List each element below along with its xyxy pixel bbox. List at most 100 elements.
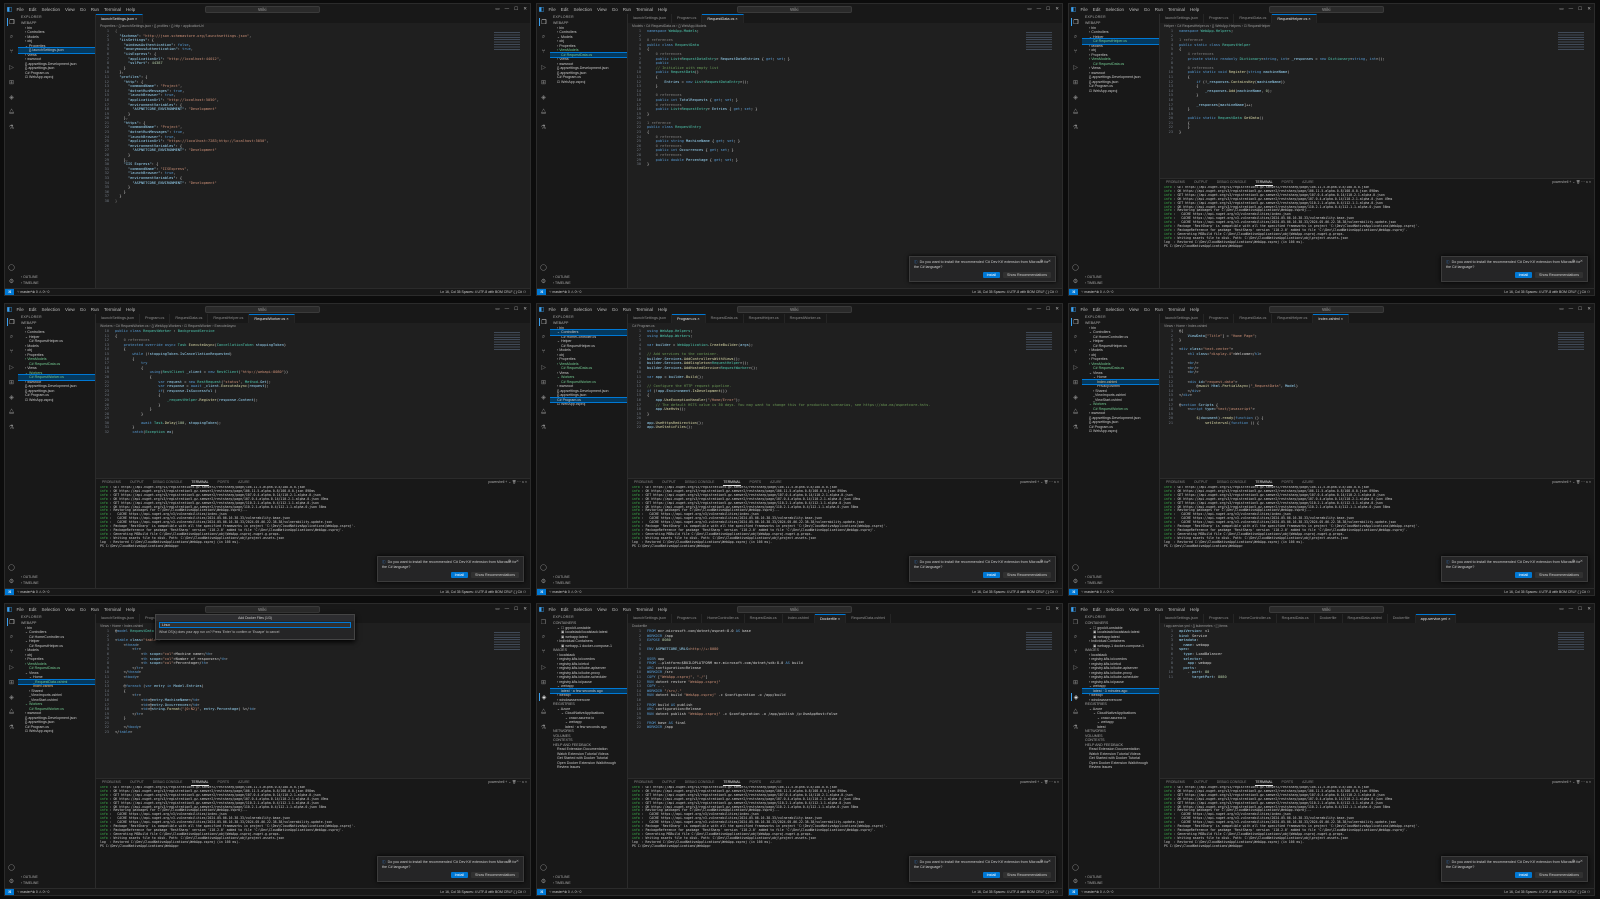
- status-item[interactable]: Ln 16, Col 35: [440, 890, 461, 894]
- panel-tab[interactable]: PORTS: [1282, 479, 1294, 486]
- manage-gear-icon[interactable]: ⚙: [1071, 277, 1080, 285]
- editor-tab[interactable]: launchSettings.json: [628, 14, 672, 23]
- terminal-output[interactable]: info : GET https://api.nuget.org/v3/regi…: [1160, 186, 1594, 249]
- timeline-section[interactable]: › TIMELINE: [553, 580, 627, 586]
- minimize-icon[interactable]: —: [505, 304, 510, 314]
- source-control-icon[interactable]: ⑂: [7, 348, 16, 356]
- run-debug-icon[interactable]: ▷: [1071, 63, 1080, 71]
- azure-icon[interactable]: ⧋: [539, 408, 548, 416]
- branch-indicator[interactable]: ⑂ master*: [17, 889, 32, 895]
- show-recommendations-button[interactable]: Show Recommendations: [1003, 272, 1051, 278]
- code-editor[interactable]: 1{ 2 "$schema": "http://json.schemastore…: [96, 29, 530, 288]
- layout-toggle-icon[interactable]: ▭: [1027, 604, 1031, 614]
- menu-item[interactable]: Edit: [558, 607, 571, 612]
- menu-item[interactable]: Terminal: [634, 607, 656, 612]
- ports-indicator[interactable]: ⑂ 0: [1109, 889, 1114, 895]
- quick-pick-input[interactable]: Linux: [159, 622, 351, 628]
- status-item[interactable]: { } C#: [514, 590, 523, 594]
- extensions-icon[interactable]: ⊞: [539, 678, 548, 686]
- show-recommendations-button[interactable]: Show Recommendations: [471, 572, 519, 578]
- minimize-icon[interactable]: —: [1037, 604, 1042, 614]
- docker-icon[interactable]: ◈: [7, 393, 16, 401]
- status-item[interactable]: ⚇: [523, 290, 526, 294]
- menu-item[interactable]: Help: [656, 607, 670, 612]
- menu-item[interactable]: View: [1127, 7, 1142, 12]
- menu-item[interactable]: Help: [1188, 307, 1202, 312]
- menu-item[interactable]: Terminal: [102, 607, 124, 612]
- status-item[interactable]: CRLF: [1036, 290, 1046, 294]
- explorer-icon[interactable]: ❐: [1071, 318, 1080, 326]
- minimap[interactable]: [1026, 632, 1052, 650]
- status-item[interactable]: Spaces: 4: [994, 890, 1010, 894]
- branch-indicator[interactable]: ⑂ master*: [549, 289, 564, 295]
- show-recommendations-button[interactable]: Show Recommendations: [1535, 872, 1583, 878]
- command-center-search[interactable]: Wiki: [736, 5, 852, 13]
- account-icon[interactable]: ◯: [1071, 563, 1080, 571]
- install-button[interactable]: Install: [982, 872, 1001, 878]
- status-item[interactable]: { } C#: [1046, 290, 1055, 294]
- editor-tab[interactable]: Program.cs: [672, 14, 703, 23]
- menu-item[interactable]: Go: [1141, 607, 1152, 612]
- editor-tab[interactable]: RequestHelper.cs ×: [1272, 14, 1317, 23]
- editor-scrollbar[interactable]: [1590, 629, 1594, 778]
- azure-icon[interactable]: ⧋: [1071, 108, 1080, 116]
- panel-tab[interactable]: PROBLEMS: [634, 479, 653, 486]
- minimap[interactable]: [494, 32, 520, 50]
- editor-tab[interactable]: launchSettings.json ×: [96, 14, 144, 23]
- notification-close-icon[interactable]: ✕: [1580, 259, 1583, 264]
- ports-indicator[interactable]: ⑂ 0: [1109, 589, 1114, 595]
- menu-item[interactable]: Go: [77, 7, 88, 12]
- show-recommendations-button[interactable]: Show Recommendations: [1003, 872, 1051, 878]
- remote-indicator[interactable]: ⌘: [1069, 589, 1079, 595]
- panel-tab[interactable]: PROBLEMS: [1166, 779, 1185, 786]
- menu-item[interactable]: Run: [88, 7, 101, 12]
- editor-tab[interactable]: RequestData.cshtml: [1343, 614, 1388, 623]
- menu-item[interactable]: View: [595, 607, 610, 612]
- panel-tab[interactable]: OUTPUT: [130, 479, 144, 486]
- command-center-search[interactable]: Wiki: [1268, 305, 1384, 313]
- status-item[interactable]: Ln 16, Col 35: [440, 590, 461, 594]
- tree-item[interactable]: Review Issues: [550, 765, 627, 770]
- editor-tab[interactable]: launchSettings.json: [1160, 614, 1204, 623]
- maximize-icon[interactable]: ☐: [1046, 4, 1050, 14]
- panel-tab[interactable]: OUTPUT: [662, 479, 676, 486]
- problems-indicator[interactable]: ⊗ 0 ⚠ 0: [564, 289, 576, 295]
- menu-item[interactable]: Help: [124, 7, 138, 12]
- status-item[interactable]: Ln 16, Col 35: [972, 890, 993, 894]
- manage-gear-icon[interactable]: ⚙: [1071, 577, 1080, 585]
- editor-scrollbar[interactable]: [526, 629, 530, 778]
- menu-item[interactable]: View: [63, 7, 78, 12]
- status-item[interactable]: Ln 16, Col 35: [1504, 890, 1525, 894]
- code-editor[interactable]: 1 @{ 2 ViewData["Title"] = "Home Page"; 3…: [1160, 329, 1594, 478]
- menu-item[interactable]: Terminal: [634, 7, 656, 12]
- close-window-icon[interactable]: ✕: [1587, 4, 1591, 14]
- source-control-icon[interactable]: ⑂: [1071, 348, 1080, 356]
- status-item[interactable]: UTF-8 with BOM: [478, 290, 504, 294]
- search-icon[interactable]: ⌕: [539, 633, 548, 641]
- status-item[interactable]: CRLF: [504, 890, 514, 894]
- panel-tab[interactable]: TERMINAL: [723, 479, 741, 486]
- search-icon[interactable]: ⌕: [7, 333, 16, 341]
- terminal-shell-selector[interactable]: powershell + ⌄ 🗑 ⋯ ∧ ×: [1020, 479, 1059, 486]
- azure-icon[interactable]: ⧋: [1071, 708, 1080, 716]
- panel-tab[interactable]: AZURE: [238, 479, 250, 486]
- menu-item[interactable]: File: [546, 607, 558, 612]
- menu-item[interactable]: Help: [656, 7, 670, 12]
- menu-item[interactable]: Edit: [1090, 7, 1103, 12]
- close-window-icon[interactable]: ✕: [1055, 4, 1059, 14]
- menu-item[interactable]: Go: [609, 307, 620, 312]
- menu-item[interactable]: Help: [124, 607, 138, 612]
- command-center-search[interactable]: Wiki: [204, 305, 320, 313]
- layout-toggle-icon[interactable]: ▭: [495, 604, 499, 614]
- menu-item[interactable]: Run: [88, 607, 101, 612]
- search-icon[interactable]: ⌕: [1071, 33, 1080, 41]
- status-item[interactable]: { } C#: [514, 890, 523, 894]
- editor-tab[interactable]: RequestData.cs: [706, 314, 744, 323]
- notification-close-icon[interactable]: ✕: [1048, 859, 1051, 864]
- status-item[interactable]: UTF-8 with BOM: [1542, 290, 1568, 294]
- panel-tab[interactable]: OUTPUT: [662, 779, 676, 786]
- manage-gear-icon[interactable]: ⚙: [7, 577, 16, 585]
- panel-tab[interactable]: PROBLEMS: [634, 779, 653, 786]
- panel-tab[interactable]: DEBUG CONSOLE: [1217, 179, 1247, 186]
- status-item[interactable]: CRLF: [1036, 590, 1046, 594]
